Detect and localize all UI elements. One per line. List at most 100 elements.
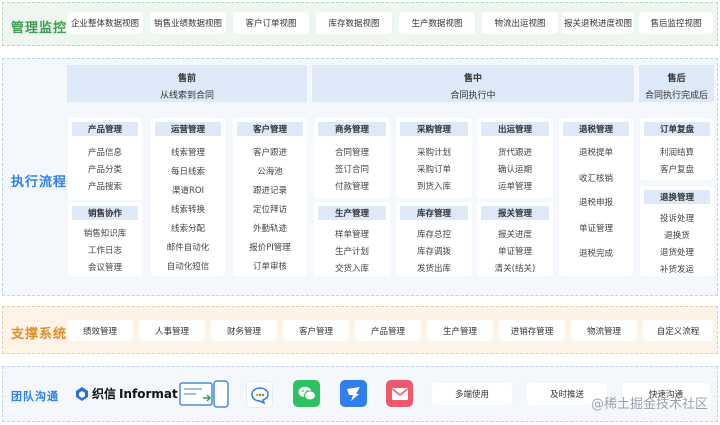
card-item[interactable]: 确认运期 bbox=[477, 163, 553, 175]
card-order-review[interactable]: 订单复盘 利润结算 客户复盘 bbox=[640, 118, 714, 180]
card-item[interactable]: 订单审核 bbox=[233, 260, 307, 272]
card-item[interactable]: 收汇核销 bbox=[559, 172, 633, 184]
wechat-icon bbox=[293, 380, 320, 407]
card-title: 退税管理 bbox=[563, 122, 629, 136]
card-item[interactable]: 每日线索 bbox=[151, 165, 225, 177]
card-item[interactable]: 退税申报 bbox=[559, 196, 633, 208]
card-item[interactable]: 客户复盘 bbox=[640, 163, 714, 175]
card-item[interactable]: 库存总控 bbox=[396, 228, 472, 240]
monitor-chip-2[interactable]: 客户订单视图 bbox=[233, 12, 309, 34]
card-title: 产品管理 bbox=[72, 122, 138, 136]
card-item[interactable]: 定位拜访 bbox=[233, 203, 307, 215]
card-customs[interactable]: 报关管理 报关进度 单证管理 清关(结关) bbox=[477, 202, 553, 276]
card-item[interactable]: 采购计划 bbox=[396, 146, 472, 158]
card-title: 退换管理 bbox=[644, 190, 710, 204]
multi-device-icon bbox=[179, 380, 231, 410]
monitor-chip-7[interactable]: 售后监控视图 bbox=[639, 12, 713, 34]
card-production[interactable]: 生产管理 样单管理 生产计划 交货入库 bbox=[314, 202, 390, 276]
card-title: 客户管理 bbox=[237, 122, 303, 136]
card-operations[interactable]: 运营管理 线索管理 每日线索 渠道ROI 线索转换 线索分配 邮件自动化 自动化… bbox=[151, 118, 225, 276]
monitor-chip-5[interactable]: 物流出运视图 bbox=[482, 12, 558, 34]
card-item[interactable]: 线索管理 bbox=[151, 146, 225, 158]
card-item[interactable]: 补货发运 bbox=[640, 263, 714, 275]
email-icon bbox=[386, 380, 413, 407]
card-item[interactable]: 发货出库 bbox=[396, 262, 472, 274]
monitor-chip-3[interactable]: 库存数据视图 bbox=[316, 12, 392, 34]
card-item[interactable]: 生产计划 bbox=[314, 245, 390, 257]
support-chip-8[interactable]: 自定义流程 bbox=[643, 320, 713, 341]
card-item[interactable]: 利润结算 bbox=[640, 146, 714, 158]
card-tax-refund[interactable]: 退税管理 退税提单 收汇核销 退税申报 单证管理 退税完成 bbox=[559, 118, 633, 276]
card-item[interactable]: 销售知识库 bbox=[68, 227, 142, 239]
card-inventory[interactable]: 库存管理 库存总控 库存调拨 发货出库 bbox=[396, 202, 472, 276]
card-title: 运营管理 bbox=[155, 122, 221, 136]
card-item[interactable]: 退税提单 bbox=[559, 146, 633, 158]
team-chip-0[interactable]: 多端使用 bbox=[432, 383, 512, 405]
card-sales-collab[interactable]: 销售协作 销售知识库 工作日志 会议管理 bbox=[68, 202, 142, 276]
card-item[interactable]: 清关(结关) bbox=[477, 262, 553, 274]
card-item[interactable]: 产品搜索 bbox=[68, 180, 142, 192]
card-item[interactable]: 产品信息 bbox=[68, 146, 142, 158]
card-item[interactable]: 邮件自动化 bbox=[151, 241, 225, 253]
card-item[interactable]: 会议管理 bbox=[68, 261, 142, 273]
band-label-exec: 执行流程 bbox=[11, 175, 68, 190]
card-item[interactable]: 货代跟进 bbox=[477, 146, 553, 158]
card-item[interactable]: 跟进记录 bbox=[233, 184, 307, 196]
card-returns[interactable]: 退换管理 投诉处理 退换货 退货处理 补货发运 bbox=[640, 186, 714, 276]
support-chip-0[interactable]: 绩效管理 bbox=[67, 320, 133, 341]
support-chip-1[interactable]: 人事管理 bbox=[139, 320, 205, 341]
card-item[interactable]: 交货入库 bbox=[314, 262, 390, 274]
phase-insale: 售中 合同执行中 bbox=[312, 65, 634, 102]
phase-aftersale-sub: 合同执行完成后 bbox=[644, 91, 708, 101]
card-item[interactable]: 线索分配 bbox=[151, 222, 225, 234]
support-chip-4[interactable]: 产品管理 bbox=[355, 320, 421, 341]
card-item[interactable]: 报价PI管理 bbox=[233, 241, 307, 253]
card-item[interactable]: 单证管理 bbox=[477, 245, 553, 257]
support-chip-6[interactable]: 进销存管理 bbox=[499, 320, 565, 341]
card-purchase[interactable]: 采购管理 采购计划 采购订单 到货入库 bbox=[396, 118, 472, 198]
card-item[interactable]: 样单管理 bbox=[314, 228, 390, 240]
card-item[interactable]: 工作日志 bbox=[68, 244, 142, 256]
card-item[interactable]: 运单管理 bbox=[477, 180, 553, 192]
monitor-chip-6[interactable]: 报关退税进度视图 bbox=[562, 12, 634, 34]
card-item[interactable]: 线索转换 bbox=[151, 203, 225, 215]
card-item[interactable]: 渠道ROI bbox=[151, 184, 225, 196]
card-item[interactable]: 库存调拨 bbox=[396, 245, 472, 257]
card-item[interactable]: 付款管理 bbox=[314, 180, 390, 192]
support-chip-2[interactable]: 财务管理 bbox=[211, 320, 277, 341]
monitor-chip-4[interactable]: 生产数据视图 bbox=[399, 12, 475, 34]
card-item[interactable]: 采购订单 bbox=[396, 163, 472, 175]
card-item[interactable]: 签订合同 bbox=[314, 163, 390, 175]
phase-presale: 售前 从线索到合同 bbox=[67, 65, 307, 102]
card-item[interactable]: 退货处理 bbox=[640, 246, 714, 258]
card-shipping[interactable]: 出运管理 货代跟进 确认运期 运单管理 bbox=[477, 118, 553, 198]
monitor-chip-1[interactable]: 销售业绩数据视图 bbox=[150, 12, 226, 34]
card-item[interactable]: 合同管理 bbox=[314, 146, 390, 158]
card-item[interactable]: 报关进度 bbox=[477, 228, 553, 240]
phase-insale-sub: 合同执行中 bbox=[450, 91, 496, 101]
card-title: 报关管理 bbox=[481, 206, 549, 220]
card-item[interactable]: 自动化短信 bbox=[151, 260, 225, 272]
card-title: 出运管理 bbox=[481, 122, 549, 136]
card-item[interactable]: 单证管理 bbox=[559, 222, 633, 234]
card-product[interactable]: 产品管理 产品信息 产品分类 产品搜索 bbox=[68, 118, 142, 200]
watermark: @稀土掘金技术社区 bbox=[590, 397, 708, 412]
support-chip-5[interactable]: 生产管理 bbox=[427, 320, 493, 341]
card-item[interactable]: 客户跟进 bbox=[233, 146, 307, 158]
support-chip-3[interactable]: 客户管理 bbox=[283, 320, 349, 341]
band-label-support: 支撑系统 bbox=[11, 327, 68, 342]
monitor-chip-0[interactable]: 企业整体数据视图 bbox=[67, 12, 143, 34]
card-item[interactable]: 退换货 bbox=[640, 229, 714, 241]
card-item[interactable]: 退税完成 bbox=[559, 247, 633, 259]
phase-aftersale: 售后 合同执行完成后 bbox=[639, 65, 714, 102]
card-item[interactable]: 投诉处理 bbox=[640, 212, 714, 224]
support-chip-7[interactable]: 物流管理 bbox=[571, 320, 637, 341]
card-item[interactable]: 产品分类 bbox=[68, 163, 142, 175]
phase-presale-title: 售前 bbox=[177, 74, 196, 84]
card-customer[interactable]: 客户管理 客户跟进 公海池 跟进记录 定位拜访 外勤轨迹 报价PI管理 订单审核 bbox=[233, 118, 307, 276]
card-item[interactable]: 公海池 bbox=[233, 165, 307, 177]
card-business[interactable]: 商务管理 合同管理 签订合同 付款管理 bbox=[314, 118, 390, 198]
card-title: 销售协作 bbox=[72, 206, 138, 220]
card-item[interactable]: 到货入库 bbox=[396, 180, 472, 192]
card-item[interactable]: 外勤轨迹 bbox=[233, 222, 307, 234]
